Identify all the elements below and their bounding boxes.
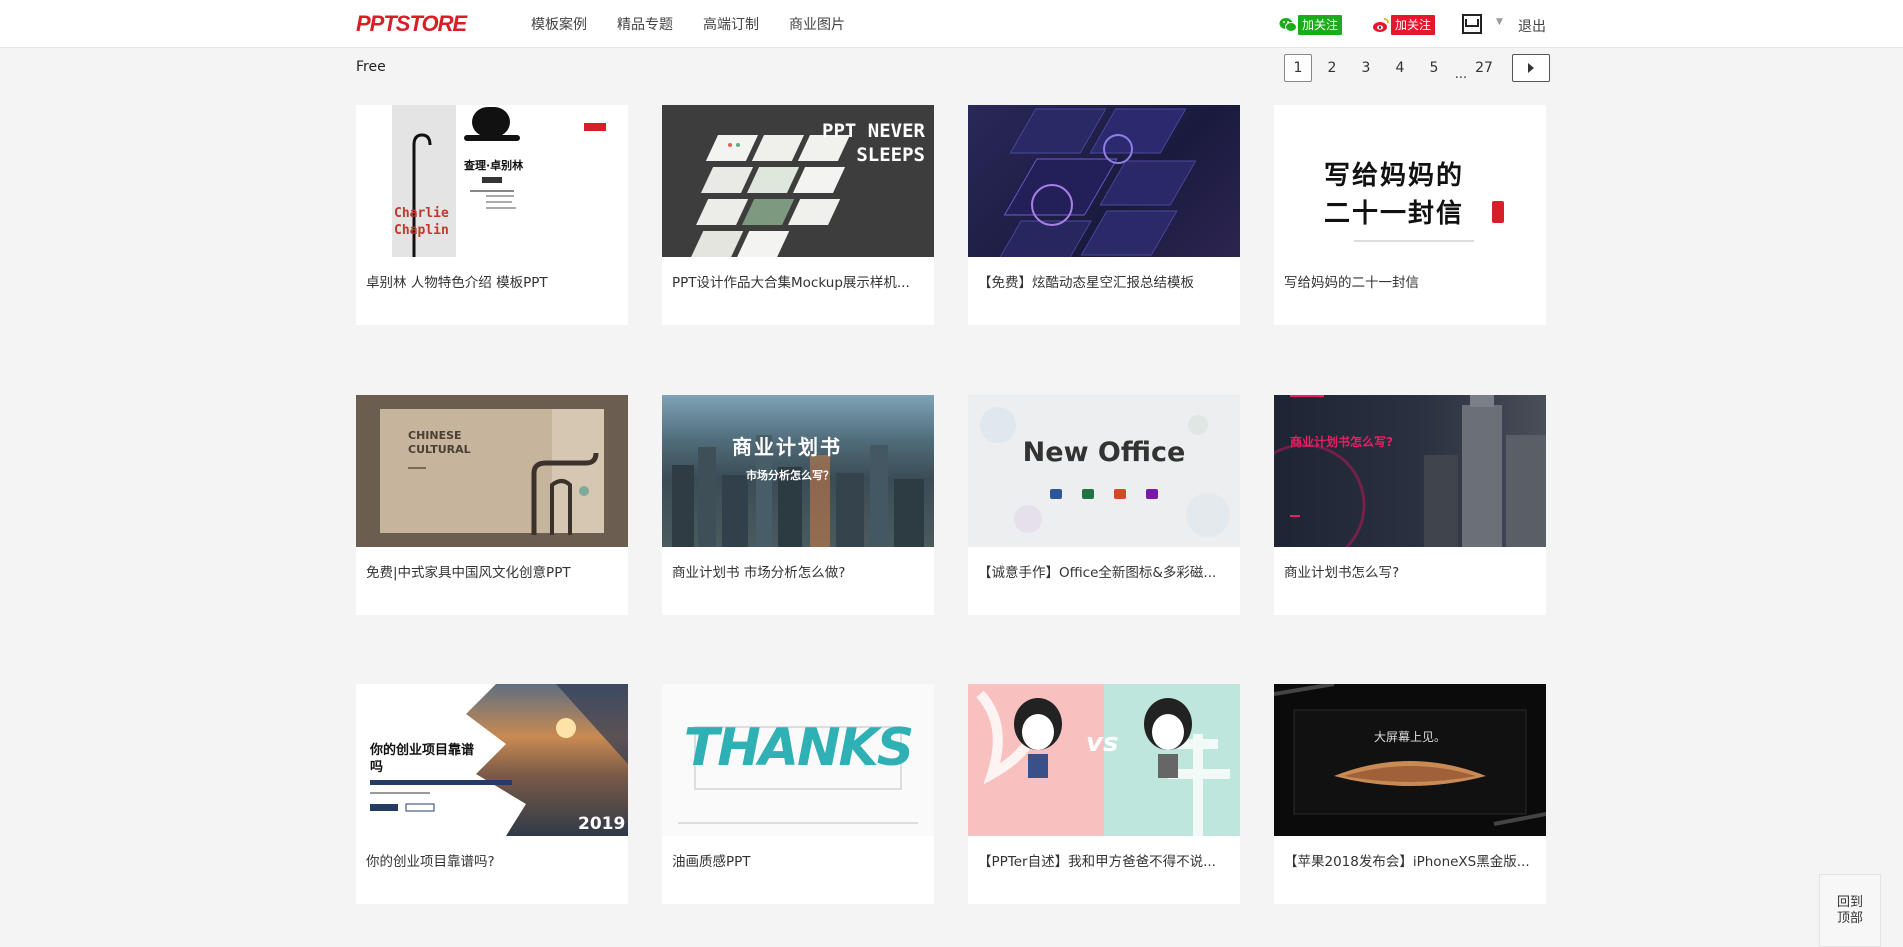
card-title[interactable]: 商业计划书怎么写? <box>1284 561 1536 581</box>
template-card[interactable]: 商业计划书 市场分析怎么写？ 商业计划书 市场分析怎么做? <box>662 395 934 615</box>
wechat-follow-label: 加关注 <box>1298 14 1343 35</box>
nav-item-images[interactable]: 商业图片 <box>789 14 845 34</box>
top-header: PPTSTORE 模板案例 精品专题 高端订制 商业图片 加关注 加关注 ▼ 退… <box>0 0 1903 48</box>
page-1[interactable]: 1 <box>1284 54 1312 82</box>
template-card[interactable]: 商业计划书怎么写? 商业计划书怎么写? <box>1274 395 1546 615</box>
thumb-text: 写给妈妈的 <box>1324 161 1465 191</box>
thumb-text: 你的创业项目靠谱吗 <box>370 743 475 775</box>
page-4[interactable]: 4 <box>1386 54 1414 82</box>
card-thumbnail[interactable] <box>968 105 1240 257</box>
thumb-text: 大屏幕上见。 <box>1373 730 1446 744</box>
card-thumbnail[interactable]: 你的创业项目靠谱吗 2019 <box>356 684 628 836</box>
template-card[interactable]: 大屏幕上见。 【苹果2018发布会】iPhoneXS黑金版... <box>1274 684 1546 904</box>
card-thumbnail[interactable]: New Office <box>968 395 1240 547</box>
logout-link[interactable]: 退出 <box>1518 16 1546 36</box>
thumb-text: 商业计划书 <box>732 435 842 459</box>
back-to-top-label: 回到 <box>1836 894 1863 910</box>
thumb-text: 2019 <box>578 814 626 834</box>
thumb-text: 查理·卓别林 <box>464 159 524 172</box>
page-last[interactable]: 27 <box>1470 54 1498 82</box>
card-title[interactable]: 油画质感PPT <box>672 850 924 870</box>
page-5[interactable]: 5 <box>1420 54 1448 82</box>
template-card[interactable]: New Office 【诚意手作】Office全新图标&多彩磁... <box>968 395 1240 615</box>
card-thumbnail[interactable]: 商业计划书怎么写? <box>1274 395 1546 547</box>
wechat-follow-button[interactable]: 加关注 <box>1278 14 1343 35</box>
card-thumbnail[interactable]: PPT NEVER SLEEPS <box>662 105 934 257</box>
card-title[interactable]: 【免费】炫酷动态星空汇报总结模板 <box>978 271 1230 291</box>
card-thumbnail[interactable]: CHINESE CULTURAL <box>356 395 628 547</box>
site-logo[interactable]: PPTSTORE <box>356 11 467 36</box>
thumb-text: CHINESE CULTURAL <box>408 429 471 456</box>
card-title[interactable]: PPT设计作品大合集Mockup展示样机... <box>672 271 924 291</box>
weibo-icon <box>1371 16 1391 34</box>
nav-item-custom[interactable]: 高端订制 <box>703 14 759 34</box>
nav-item-templates[interactable]: 模板案例 <box>531 14 587 34</box>
card-title[interactable]: 【PPTer自述】我和甲方爸爸不得不说... <box>978 850 1230 870</box>
main-nav: 模板案例 精品专题 高端订制 商业图片 <box>531 0 845 48</box>
card-thumbnail[interactable]: 商业计划书 市场分析怎么写？ <box>662 395 934 547</box>
template-card[interactable]: PPT NEVER SLEEPS PPT设计作品大合集Mockup展示样机... <box>662 105 934 325</box>
thumb-text: vs <box>1086 728 1119 758</box>
page-2[interactable]: 2 <box>1318 54 1346 82</box>
thumb-text: 市场分析怎么写？ <box>746 469 834 482</box>
back-to-top-label: 顶部 <box>1836 910 1863 926</box>
page-3[interactable]: 3 <box>1352 54 1380 82</box>
nav-item-topics[interactable]: 精品专题 <box>617 14 673 34</box>
filter-label: Free <box>356 59 386 75</box>
card-title[interactable]: 免费|中式家具中国风文化创意PPT <box>366 561 618 581</box>
template-card[interactable]: THANKS 油画质感PPT <box>662 684 934 904</box>
user-avatar-icon[interactable] <box>1462 14 1482 34</box>
thumb-text: Charlie Chaplin <box>394 206 449 238</box>
weibo-follow-button[interactable]: 加关注 <box>1371 14 1436 35</box>
card-thumbnail[interactable]: 写给妈妈的 二十一封信 <box>1274 105 1546 257</box>
card-title[interactable]: 写给妈妈的二十一封信 <box>1284 271 1536 291</box>
template-card[interactable]: CHINESE CULTURAL 免费|中式家具中国风文化创意PPT <box>356 395 628 615</box>
next-page-button[interactable] <box>1512 54 1550 82</box>
template-card[interactable]: 查理·卓别林 Charlie Chaplin 卓别林 人物特色介绍 模板PPT <box>356 105 628 325</box>
thumb-text: New Office <box>1022 437 1186 468</box>
thumb-text: 商业计划书怎么写? <box>1290 435 1393 449</box>
chevron-down-icon[interactable]: ▼ <box>1496 17 1503 27</box>
card-title[interactable]: 你的创业项目靠谱吗? <box>366 850 618 870</box>
template-card[interactable]: vs 【PPTer自述】我和甲方爸爸不得不说... <box>968 684 1240 904</box>
template-card[interactable]: 你的创业项目靠谱吗 2019 你的创业项目靠谱吗? <box>356 684 628 904</box>
thumb-text: 二十一封信 <box>1324 199 1465 229</box>
thumb-text: THANKS <box>683 718 915 778</box>
card-title[interactable]: 【诚意手作】Office全新图标&多彩磁... <box>978 561 1230 581</box>
page-ellipsis: ... <box>1454 67 1468 82</box>
weibo-follow-label: 加关注 <box>1391 14 1436 35</box>
card-thumbnail[interactable]: 查理·卓别林 Charlie Chaplin <box>356 105 628 257</box>
template-card[interactable]: 【免费】炫酷动态星空汇报总结模板 <box>968 105 1240 325</box>
card-title[interactable]: 卓别林 人物特色介绍 模板PPT <box>366 271 618 291</box>
card-thumbnail[interactable]: vs <box>968 684 1240 836</box>
card-title[interactable]: 【苹果2018发布会】iPhoneXS黑金版... <box>1284 850 1536 870</box>
thumb-text: PPT NEVER SLEEPS <box>822 120 925 166</box>
card-thumbnail[interactable]: THANKS <box>662 684 934 836</box>
card-thumbnail[interactable]: 大屏幕上见。 <box>1274 684 1546 836</box>
card-title[interactable]: 商业计划书 市场分析怎么做? <box>672 561 924 581</box>
back-to-top-button[interactable]: 回到 顶部 <box>1819 874 1881 947</box>
wechat-icon <box>1278 16 1298 34</box>
template-card[interactable]: 写给妈妈的 二十一封信 写给妈妈的二十一封信 <box>1274 105 1546 325</box>
pagination: 1 2 3 4 5 ... 27 <box>1284 54 1550 82</box>
